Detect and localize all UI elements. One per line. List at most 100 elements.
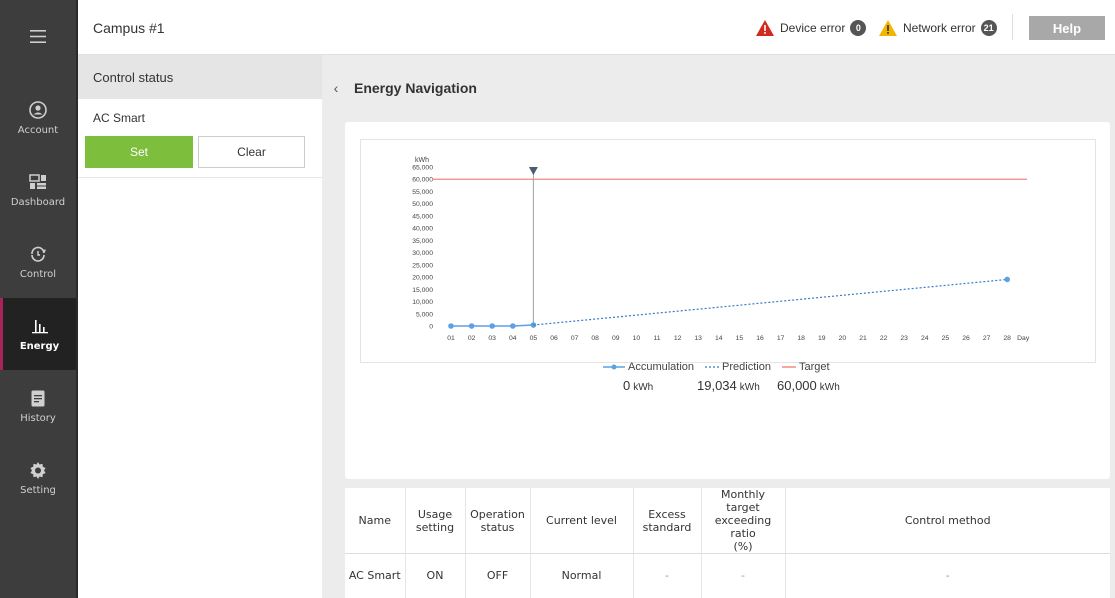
y-tick-label: 5,000 bbox=[416, 311, 433, 318]
x-tick-label: 23 bbox=[900, 335, 908, 342]
dashboard-icon bbox=[28, 172, 48, 192]
nav-label: History bbox=[20, 413, 56, 424]
nav-label: Energy bbox=[19, 341, 60, 352]
target-value: 60,000 kWh bbox=[777, 378, 840, 393]
prediction-legend-icon bbox=[705, 366, 720, 368]
legend-label: Target bbox=[798, 361, 830, 373]
network-error-count: 21 bbox=[980, 20, 997, 36]
legend-label: Accumulation bbox=[628, 361, 695, 373]
chart-area: kWh 65,000 60,000 55,000 50,000 45,000 40,000 3… bbox=[360, 139, 1096, 363]
y-tick-label: 55,000 bbox=[412, 189, 433, 196]
prediction-line bbox=[533, 278, 1008, 326]
collapse-panel-button[interactable]: ‹ bbox=[327, 55, 345, 120]
side-nav: Account Dashboard Control Energy History… bbox=[0, 0, 78, 598]
legend-label: Prediction bbox=[722, 361, 771, 373]
nav-label: Setting bbox=[20, 485, 56, 496]
column-header: Name bbox=[345, 488, 406, 554]
x-tick-label: 28 bbox=[1003, 335, 1011, 342]
legend-prediction: Prediction bbox=[705, 361, 771, 373]
accumulation-point bbox=[489, 323, 495, 329]
table-row[interactable]: AC Smart ON OFF Normal - - - bbox=[345, 553, 1110, 598]
prediction-end-point bbox=[1004, 276, 1010, 283]
y-tick-label: 10,000 bbox=[412, 299, 433, 306]
control-table-card: Name Usage setting Operation status Current l… bbox=[345, 488, 1110, 598]
column-header: Monthly target exceeding ratio (%) bbox=[701, 488, 786, 554]
x-tick-label: 21 bbox=[859, 335, 867, 342]
accumulation-point bbox=[510, 323, 516, 329]
network-error-icon bbox=[879, 20, 897, 36]
nav-account[interactable]: Account bbox=[0, 82, 76, 154]
x-tick-label: 11 bbox=[653, 335, 660, 342]
nav-control[interactable]: Control bbox=[0, 226, 76, 298]
divider bbox=[1012, 14, 1013, 40]
control-status-panel: Control status AC Smart Set Clear bbox=[78, 55, 322, 598]
help-button[interactable]: Help bbox=[1029, 16, 1105, 40]
nav-history[interactable]: History bbox=[0, 370, 76, 442]
nav-setting[interactable]: Setting bbox=[0, 442, 76, 514]
control-icon bbox=[28, 244, 48, 264]
accumulation-point bbox=[468, 323, 475, 329]
control-item-name: AC Smart bbox=[93, 111, 146, 125]
chevron-left-icon: ‹ bbox=[333, 79, 339, 96]
x-tick-label: 04 bbox=[509, 335, 517, 342]
x-tick-label: 27 bbox=[983, 335, 991, 342]
network-error-label: Network error bbox=[903, 21, 976, 35]
x-tick-label: 17 bbox=[777, 335, 785, 342]
y-tick-label: 60,000 bbox=[412, 177, 433, 184]
clear-button[interactable]: Clear bbox=[198, 136, 305, 168]
x-tick-label: 10 bbox=[633, 335, 641, 342]
accumulation-value: 0 kWh bbox=[623, 378, 654, 393]
device-error-status[interactable]: Device error 0 bbox=[756, 20, 867, 36]
x-tick-label: 18 bbox=[797, 335, 805, 342]
column-header: Current level bbox=[530, 488, 634, 554]
x-tick-label: 15 bbox=[736, 335, 744, 342]
y-tick-label: 35,000 bbox=[412, 238, 433, 245]
x-tick-label: 19 bbox=[818, 335, 826, 342]
energy-icon bbox=[30, 316, 50, 336]
nav-label: Control bbox=[19, 269, 57, 280]
x-tick-label: 05 bbox=[530, 335, 538, 342]
page-title: Campus #1 bbox=[93, 20, 165, 36]
nav-dashboard[interactable]: Dashboard bbox=[0, 154, 76, 226]
table-cell: ON bbox=[405, 553, 466, 598]
y-tick-label: 50,000 bbox=[412, 201, 433, 208]
x-tick-label: 14 bbox=[715, 335, 723, 342]
panel-header: Control status bbox=[78, 55, 322, 99]
prediction-value: 19,034 kWh bbox=[697, 378, 760, 393]
column-header: Control method bbox=[785, 488, 1110, 554]
y-tick-label: 45,000 bbox=[412, 213, 433, 220]
history-icon bbox=[28, 388, 48, 408]
nav-label: Dashboard bbox=[10, 197, 66, 208]
x-tick-label: 02 bbox=[468, 335, 476, 342]
x-tick-label: 03 bbox=[488, 335, 496, 342]
column-header: Excess standard bbox=[633, 488, 702, 554]
menu-button[interactable] bbox=[0, 0, 76, 72]
current-day-marker bbox=[528, 167, 538, 175]
device-error-count: 0 bbox=[850, 20, 867, 36]
x-tick-label: 08 bbox=[591, 335, 599, 342]
table-cell: OFF bbox=[465, 553, 531, 598]
set-button[interactable]: Set bbox=[85, 136, 193, 168]
x-tick-label: 13 bbox=[694, 335, 702, 342]
hamburger-icon bbox=[30, 29, 46, 43]
x-axis-unit: Day bbox=[1017, 335, 1030, 342]
y-tick-label: 30,000 bbox=[412, 250, 433, 257]
x-tick-label: 07 bbox=[571, 335, 579, 342]
device-error-label: Device error bbox=[780, 21, 846, 35]
y-tick-label: 15,000 bbox=[412, 287, 433, 294]
x-tick-label: 09 bbox=[612, 335, 620, 342]
legend-target: Target bbox=[781, 361, 830, 373]
column-header: Usage setting bbox=[405, 488, 466, 554]
x-tick-label: 06 bbox=[550, 335, 558, 342]
nav-energy[interactable]: Energy bbox=[0, 298, 76, 370]
target-legend-icon bbox=[781, 366, 796, 368]
table-cell: - bbox=[945, 569, 950, 583]
energy-line-chart: kWh65,000 60,000 55,000 50,000 45,000 40,000 3… bbox=[412, 157, 1030, 342]
y-tick-label: 25,000 bbox=[412, 262, 433, 269]
control-table: Name Usage setting Operation status Current l… bbox=[345, 488, 1110, 598]
network-error-status[interactable]: Network error 21 bbox=[879, 20, 997, 36]
y-tick-label: 40,000 bbox=[412, 226, 433, 233]
x-tick-label: 16 bbox=[756, 335, 764, 342]
top-bar: Campus #1 Device error 0 Network error 2… bbox=[78, 0, 1115, 55]
section-title: Energy Navigation bbox=[354, 80, 477, 96]
